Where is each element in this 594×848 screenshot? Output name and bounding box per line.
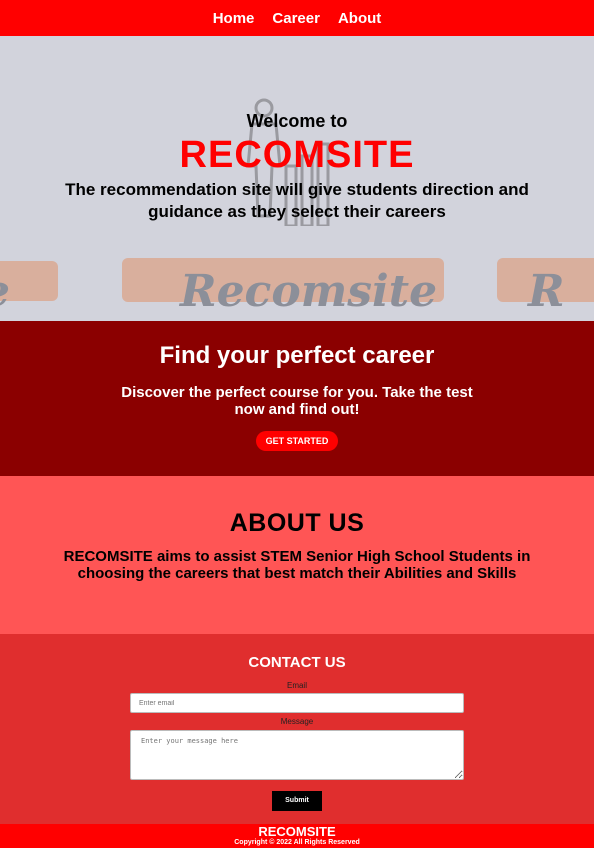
submit-button[interactable]: Submit (272, 791, 322, 811)
contact-section: CONTACT US Email Message Submit (0, 634, 594, 824)
message-textarea[interactable] (130, 730, 464, 780)
hero-banner: e Recomsite R Welcome to RECOMSITE The r… (0, 36, 594, 321)
contact-title: CONTACT US (248, 654, 346, 671)
email-field[interactable] (130, 693, 464, 713)
watermark-logo-text: R (528, 266, 565, 317)
footer-brand: RECOMSITE (258, 824, 336, 839)
nav-career-link[interactable]: Career (272, 10, 320, 27)
about-text: RECOMSITE aims to assist STEM Senior Hig… (63, 548, 531, 582)
nav-about-link[interactable]: About (338, 10, 381, 27)
hero-tagline: The recommendation site will give studen… (65, 180, 529, 221)
career-section: Find your perfect career Discover the pe… (0, 321, 594, 476)
email-label: Email (286, 681, 307, 690)
watermark-logo-text: e (0, 266, 10, 317)
about-section: ABOUT US RECOMSITE aims to assist STEM S… (0, 476, 594, 634)
hero-welcome: Welcome to (246, 111, 348, 131)
get-started-button[interactable]: GET STARTED (255, 431, 339, 451)
career-text: Discover the perfect course for you. Tak… (121, 384, 473, 418)
footer: RECOMSITE Copyright © 2022 All Rights Re… (0, 824, 594, 848)
hero-brand-title: RECOMSITE (179, 134, 415, 176)
hero-content: Welcome to RECOMSITE The recommendation … (0, 111, 594, 223)
about-title: ABOUT US (229, 509, 365, 537)
career-title: Find your perfect career (159, 342, 435, 369)
footer-copyright: Copyright © 2022 All Rights Reserved (234, 839, 360, 846)
watermark-logo-text: Recomsite (180, 266, 438, 317)
top-nav: Home Career About (0, 0, 594, 36)
nav-home-link[interactable]: Home (213, 10, 255, 27)
message-label: Message (280, 717, 314, 726)
